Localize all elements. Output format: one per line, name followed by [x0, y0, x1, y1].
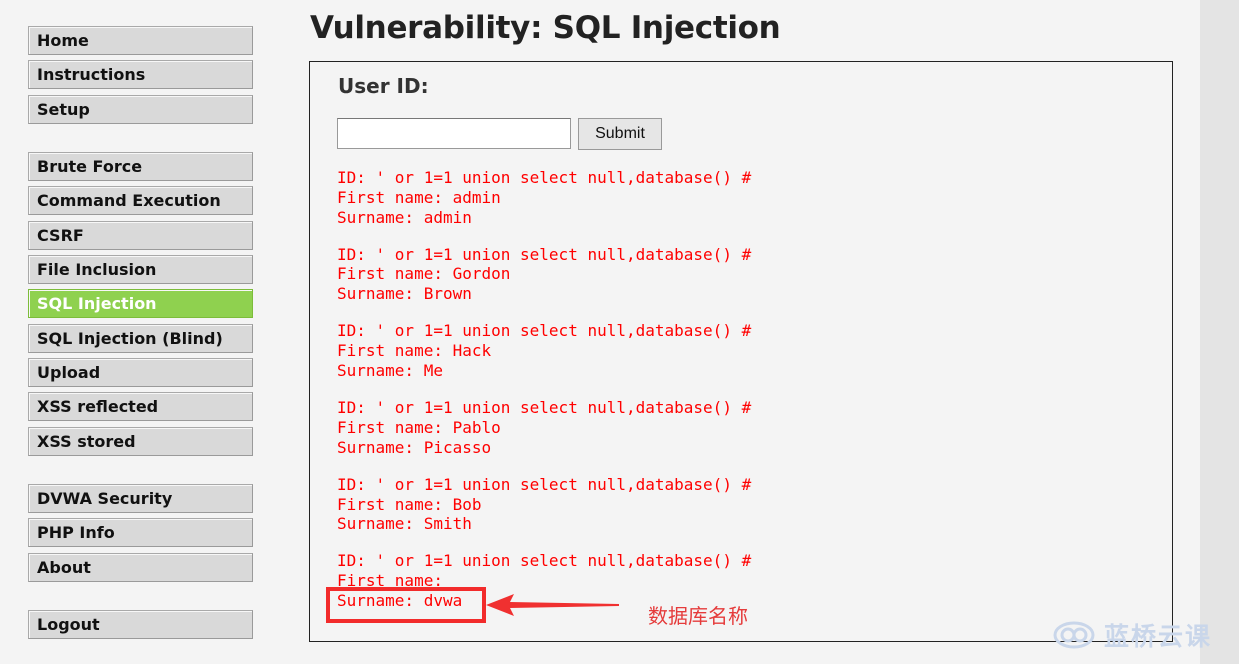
result-block: ID: ' or 1=1 union select null,database(… — [337, 168, 1157, 227]
menu-item-home[interactable]: Home — [28, 26, 253, 55]
query-results: ID: ' or 1=1 union select null,database(… — [337, 168, 1157, 628]
result-surname: Surname: Brown — [337, 284, 472, 304]
cloud-logo-icon — [1053, 621, 1095, 649]
dvwa-highlight-box — [326, 587, 486, 623]
annotation-text: 数据库名称 — [648, 604, 748, 628]
submit-button[interactable]: Submit — [578, 118, 662, 150]
result-first-name: First name: Gordon — [337, 264, 511, 284]
result-block: ID: ' or 1=1 union select null,database(… — [337, 321, 1157, 380]
result-id-line: ID: ' or 1=1 union select null,database(… — [337, 474, 752, 494]
result-first-name: First name: admin — [337, 187, 501, 207]
menu-item-setup[interactable]: Setup — [28, 94, 253, 124]
menu-item-sql-injection-blind[interactable]: SQL Injection (Blind) — [28, 323, 253, 353]
menu-item-sql-injection[interactable]: SQL Injection — [28, 289, 253, 319]
watermark: 蓝桥云课 — [1052, 618, 1212, 652]
menu-item-command-execution[interactable]: Command Execution — [28, 186, 253, 216]
result-id-line: ID: ' or 1=1 union select null,database(… — [337, 321, 752, 341]
result-surname: Surname: Me — [337, 360, 443, 380]
watermark-text: 蓝桥云课 — [1104, 622, 1213, 651]
menu-item-brute-force[interactable]: Brute Force — [28, 152, 253, 181]
menu-item-csrf[interactable]: CSRF — [28, 220, 253, 250]
user-id-label: User ID: — [338, 74, 429, 98]
menu-item-logout[interactable]: Logout — [28, 610, 253, 639]
user-id-input[interactable] — [337, 118, 571, 149]
menu-item-xss-reflected[interactable]: XSS reflected — [28, 392, 253, 422]
menu-item-file-inclusion[interactable]: File Inclusion — [28, 254, 253, 284]
result-id-line: ID: ' or 1=1 union select null,database(… — [337, 244, 752, 264]
result-surname: Surname: Picasso — [337, 437, 492, 457]
result-surname: Surname: admin — [337, 207, 472, 227]
result-block: ID: ' or 1=1 union select null,database(… — [337, 245, 1157, 304]
menu-item-about[interactable]: About — [28, 552, 253, 582]
menu-item-instructions[interactable]: Instructions — [28, 60, 253, 90]
menu-item-xss-stored[interactable]: XSS stored — [28, 426, 253, 456]
dvwa-page: Home Instructions Setup Brute Force Command … — [0, 0, 1200, 664]
red-arrow-icon — [486, 594, 619, 616]
menu-item-php-info[interactable]: PHP Info — [28, 518, 253, 548]
result-id-line: ID: ' or 1=1 union select null,database(… — [337, 551, 752, 571]
result-first-name: First name: Bob — [337, 494, 482, 514]
result-block: ID: ' or 1=1 union select null,database(… — [337, 475, 1157, 534]
result-first-name: First name: Pablo — [337, 417, 501, 437]
scrollbar-gutter — [1200, 0, 1239, 664]
result-surname: Surname: Smith — [337, 514, 472, 534]
result-first-name: First name: Hack — [337, 341, 492, 361]
result-id-line: ID: ' or 1=1 union select null,database(… — [337, 398, 752, 418]
result-block: ID: ' or 1=1 union select null,database(… — [337, 398, 1157, 457]
result-id-line: ID: ' or 1=1 union select null,database(… — [337, 168, 752, 187]
menu-item-dvwa-security[interactable]: DVWA Security — [28, 484, 253, 513]
page-title: Vulnerability: SQL Injection — [310, 10, 781, 46]
menu-item-upload[interactable]: Upload — [28, 357, 253, 387]
